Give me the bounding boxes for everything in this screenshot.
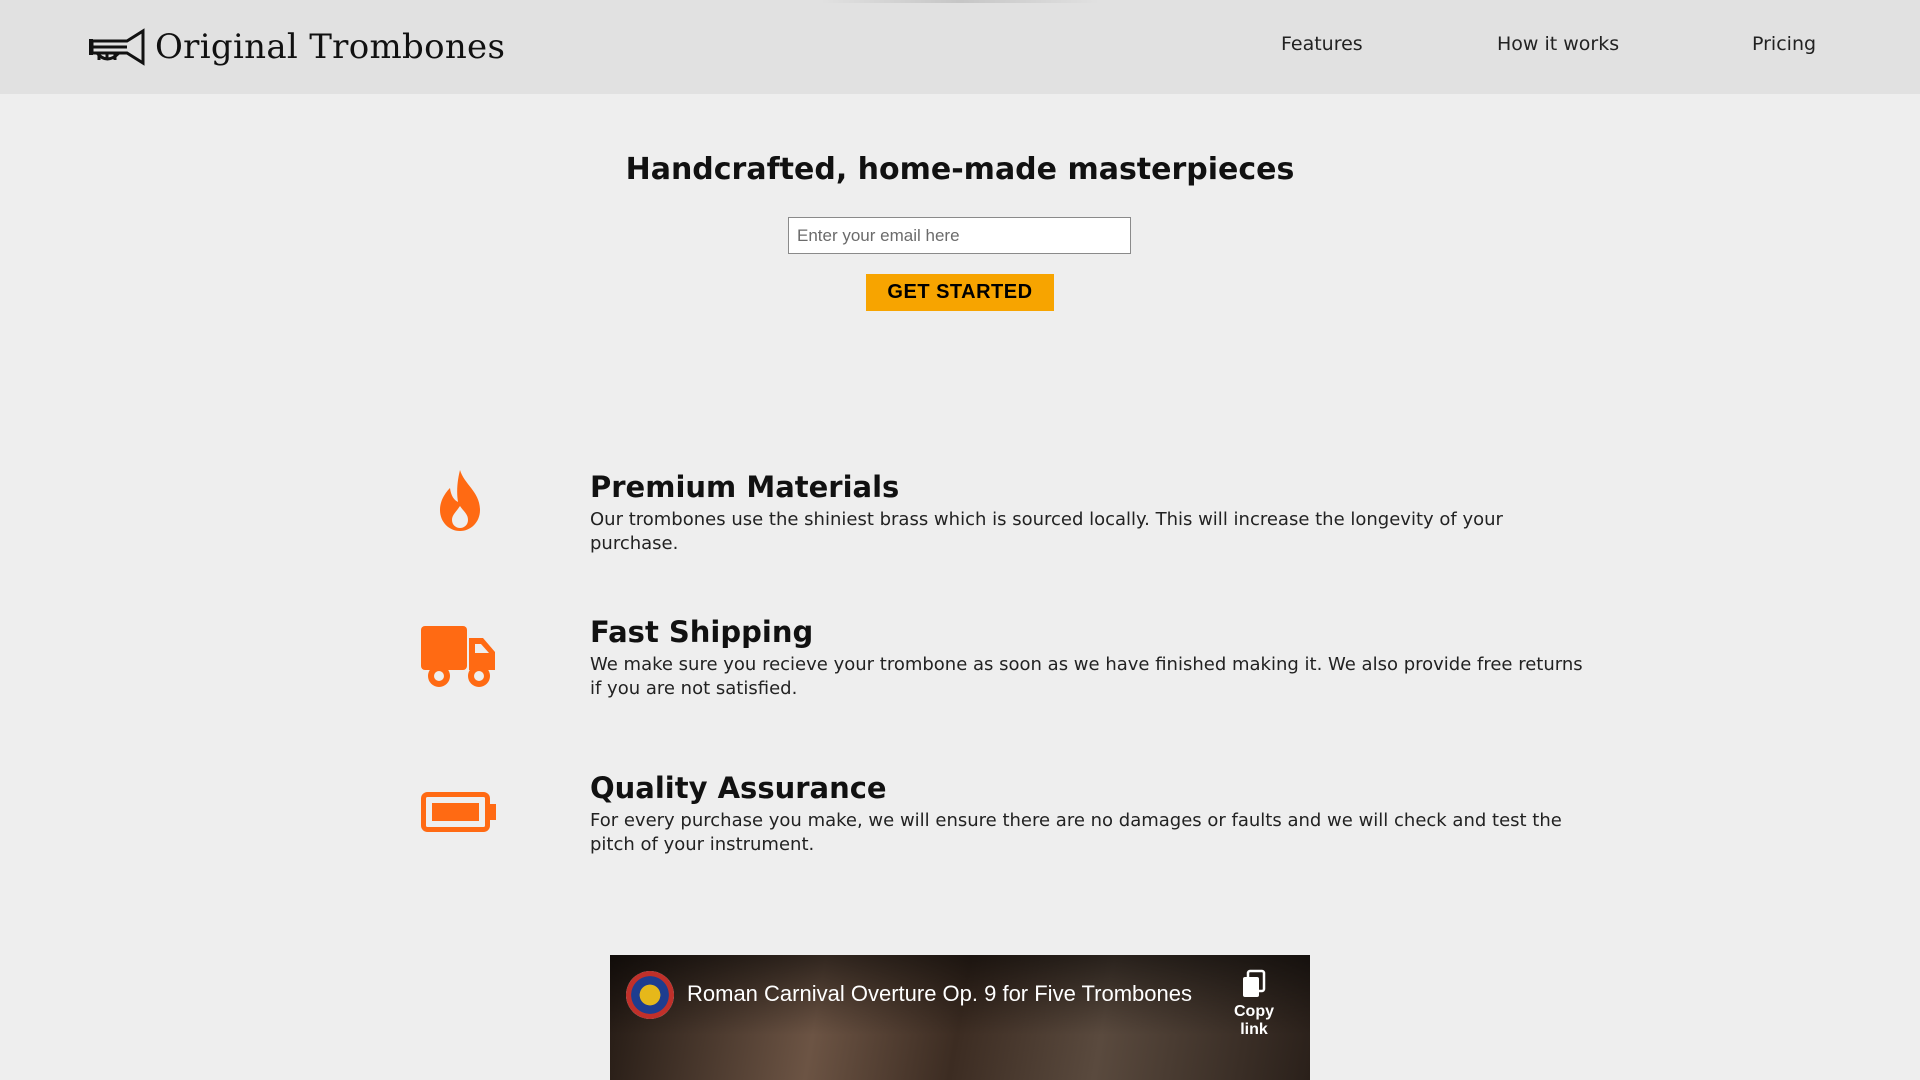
truck-icon	[421, 626, 495, 687]
site-header: Original Trombones Features How it works…	[0, 0, 1920, 94]
feature-description: For every purchase you make, we will ens…	[590, 810, 1562, 855]
feature-title: Fast Shipping	[590, 615, 814, 649]
fire-icon	[440, 470, 480, 531]
header-shadow	[820, 0, 1100, 3]
nav-link-how-it-works[interactable]: How it works	[1497, 33, 1619, 55]
feature-description: Our trombones use the shiniest brass whi…	[590, 509, 1503, 554]
get-started-button[interactable]: GET STARTED	[866, 274, 1054, 311]
nav-link-features[interactable]: Features	[1281, 33, 1363, 55]
video-title[interactable]: Roman Carnival Overture Op. 9 for Five T…	[687, 981, 1192, 1007]
copy-link-button[interactable]: Copy link	[1220, 969, 1288, 1039]
email-input[interactable]	[788, 217, 1131, 254]
copy-link-label: Copy link	[1234, 1003, 1274, 1038]
copy-icon	[1243, 969, 1266, 997]
feature-description: We make sure you recieve your trombone a…	[590, 654, 1583, 699]
trumpet-icon	[89, 28, 145, 66]
brand-logo[interactable]: Original Trombones	[89, 22, 505, 72]
video-embed[interactable]: Roman Carnival Overture Op. 9 for Five T…	[610, 955, 1310, 1080]
hero-title: Handcrafted, home-made masterpieces	[625, 152, 1295, 187]
battery-icon	[421, 792, 496, 832]
channel-avatar[interactable]	[626, 971, 674, 1019]
feature-title: Quality Assurance	[590, 771, 887, 805]
feature-title: Premium Materials	[590, 470, 900, 504]
nav-link-pricing[interactable]: Pricing	[1752, 33, 1816, 55]
brand-name: Original Trombones	[155, 27, 506, 67]
